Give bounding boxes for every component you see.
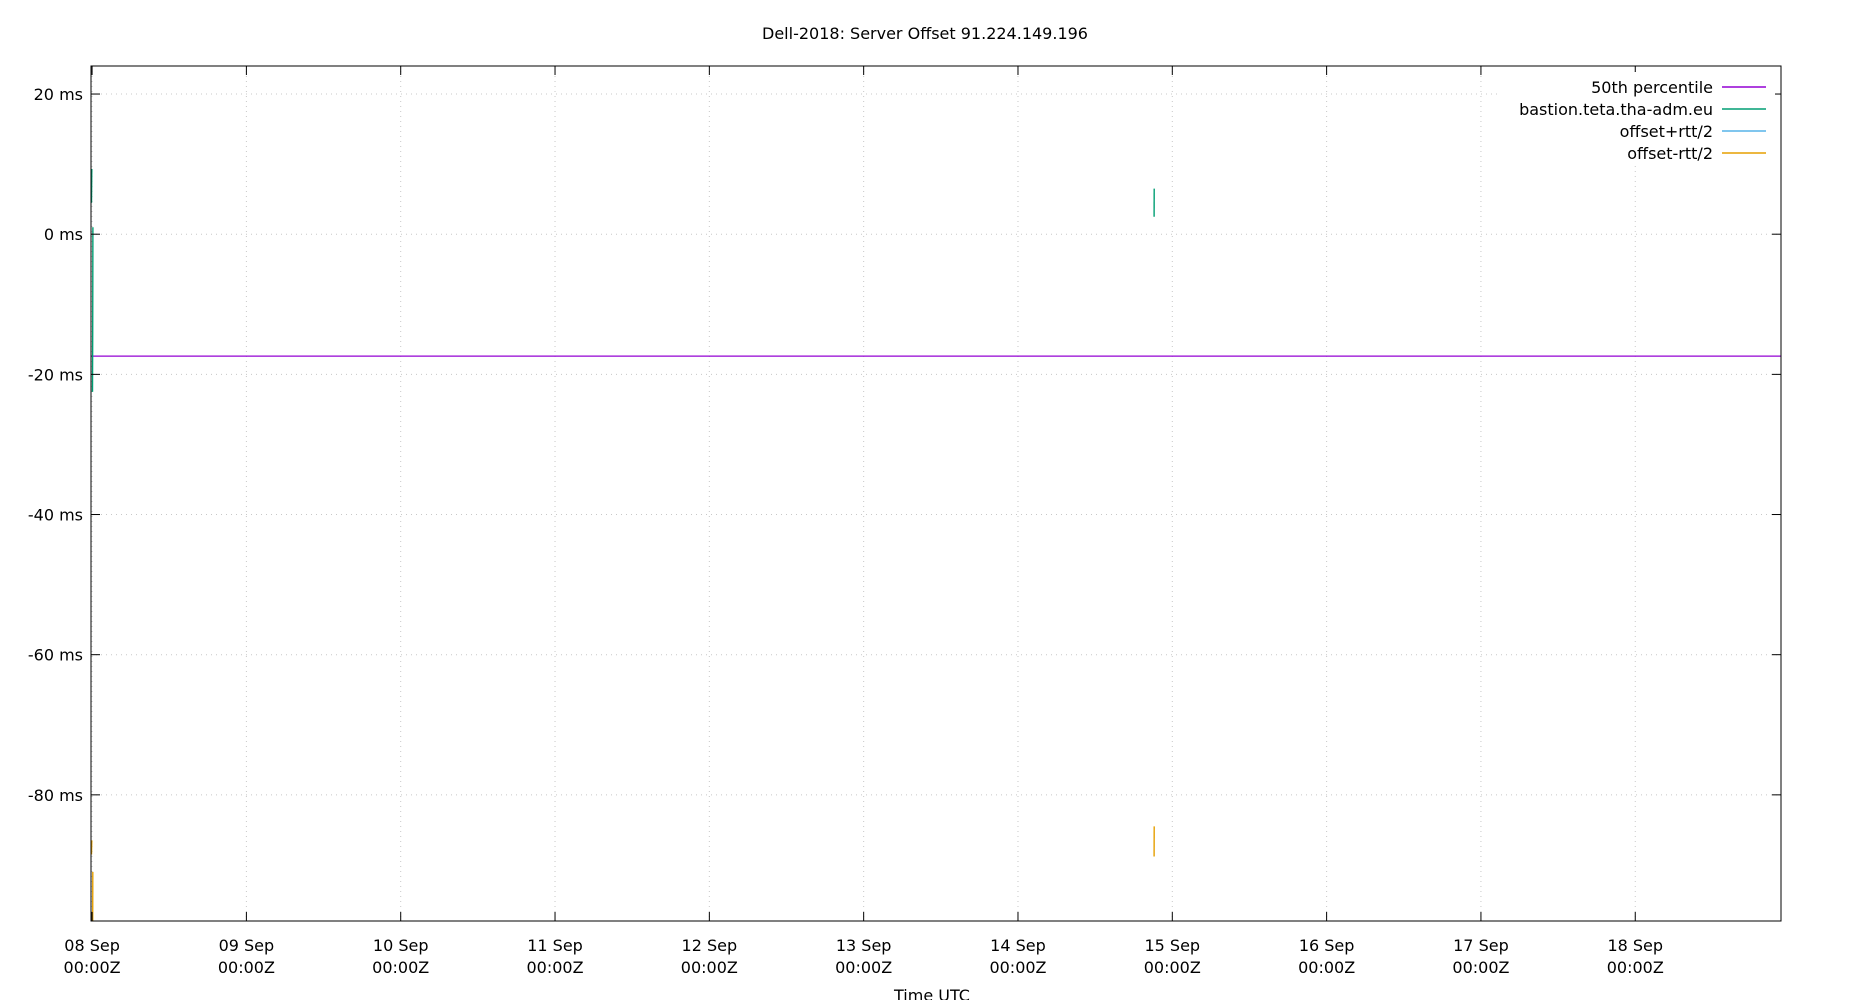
x-tick-date-label: 18 Sep — [1607, 936, 1663, 955]
x-tick-date-label: 16 Sep — [1299, 936, 1355, 955]
y-tick-label: -80 ms — [28, 786, 83, 805]
x-tick-time-label: 00:00Z — [1607, 958, 1664, 977]
x-tick-time-label: 00:00Z — [1298, 958, 1355, 977]
x-tick-date-label: 13 Sep — [836, 936, 892, 955]
x-tick-date-label: 14 Sep — [990, 936, 1046, 955]
x-tick-date-label: 15 Sep — [1144, 936, 1200, 955]
x-tick-time-label: 00:00Z — [681, 958, 738, 977]
y-tick-label: 20 ms — [34, 85, 83, 104]
y-tick-label: -20 ms — [28, 365, 83, 384]
x-tick-time-label: 00:00Z — [989, 958, 1046, 977]
x-tick-time-label: 00:00Z — [1144, 958, 1201, 977]
x-tick-date-label: 10 Sep — [373, 936, 429, 955]
x-tick-time-label: 00:00Z — [372, 958, 429, 977]
x-tick-date-label: 12 Sep — [682, 936, 738, 955]
x-axis-label: Time UTC — [893, 986, 970, 1000]
x-tick-date-label: 08 Sep — [64, 936, 120, 955]
x-tick-time-label: 00:00Z — [218, 958, 275, 977]
legend-label: offset+rtt/2 — [1620, 122, 1713, 141]
y-tick-label: -40 ms — [28, 506, 83, 525]
x-tick-time-label: 00:00Z — [1452, 958, 1509, 977]
chart: Dell-2018: Server Offset 91.224.149.196 … — [0, 0, 1850, 1000]
x-tick-date-label: 09 Sep — [219, 936, 275, 955]
chart-title: Dell-2018: Server Offset 91.224.149.196 — [762, 24, 1088, 43]
y-tick-label: -60 ms — [28, 646, 83, 665]
legend-label: 50th percentile — [1591, 78, 1713, 97]
x-tick-time-label: 00:00Z — [835, 958, 892, 977]
x-tick-time-label: 00:00Z — [526, 958, 583, 977]
y-tick-label: 0 ms — [44, 225, 83, 244]
legend-label: offset-rtt/2 — [1627, 144, 1713, 163]
x-tick-date-label: 11 Sep — [527, 936, 583, 955]
legend-label: bastion.teta.tha-adm.eu — [1519, 100, 1713, 119]
x-tick-time-label: 00:00Z — [64, 958, 121, 977]
x-tick-date-label: 17 Sep — [1453, 936, 1509, 955]
legend: 50th percentile bastion.teta.tha-adm.eu of… — [1500, 72, 1775, 164]
